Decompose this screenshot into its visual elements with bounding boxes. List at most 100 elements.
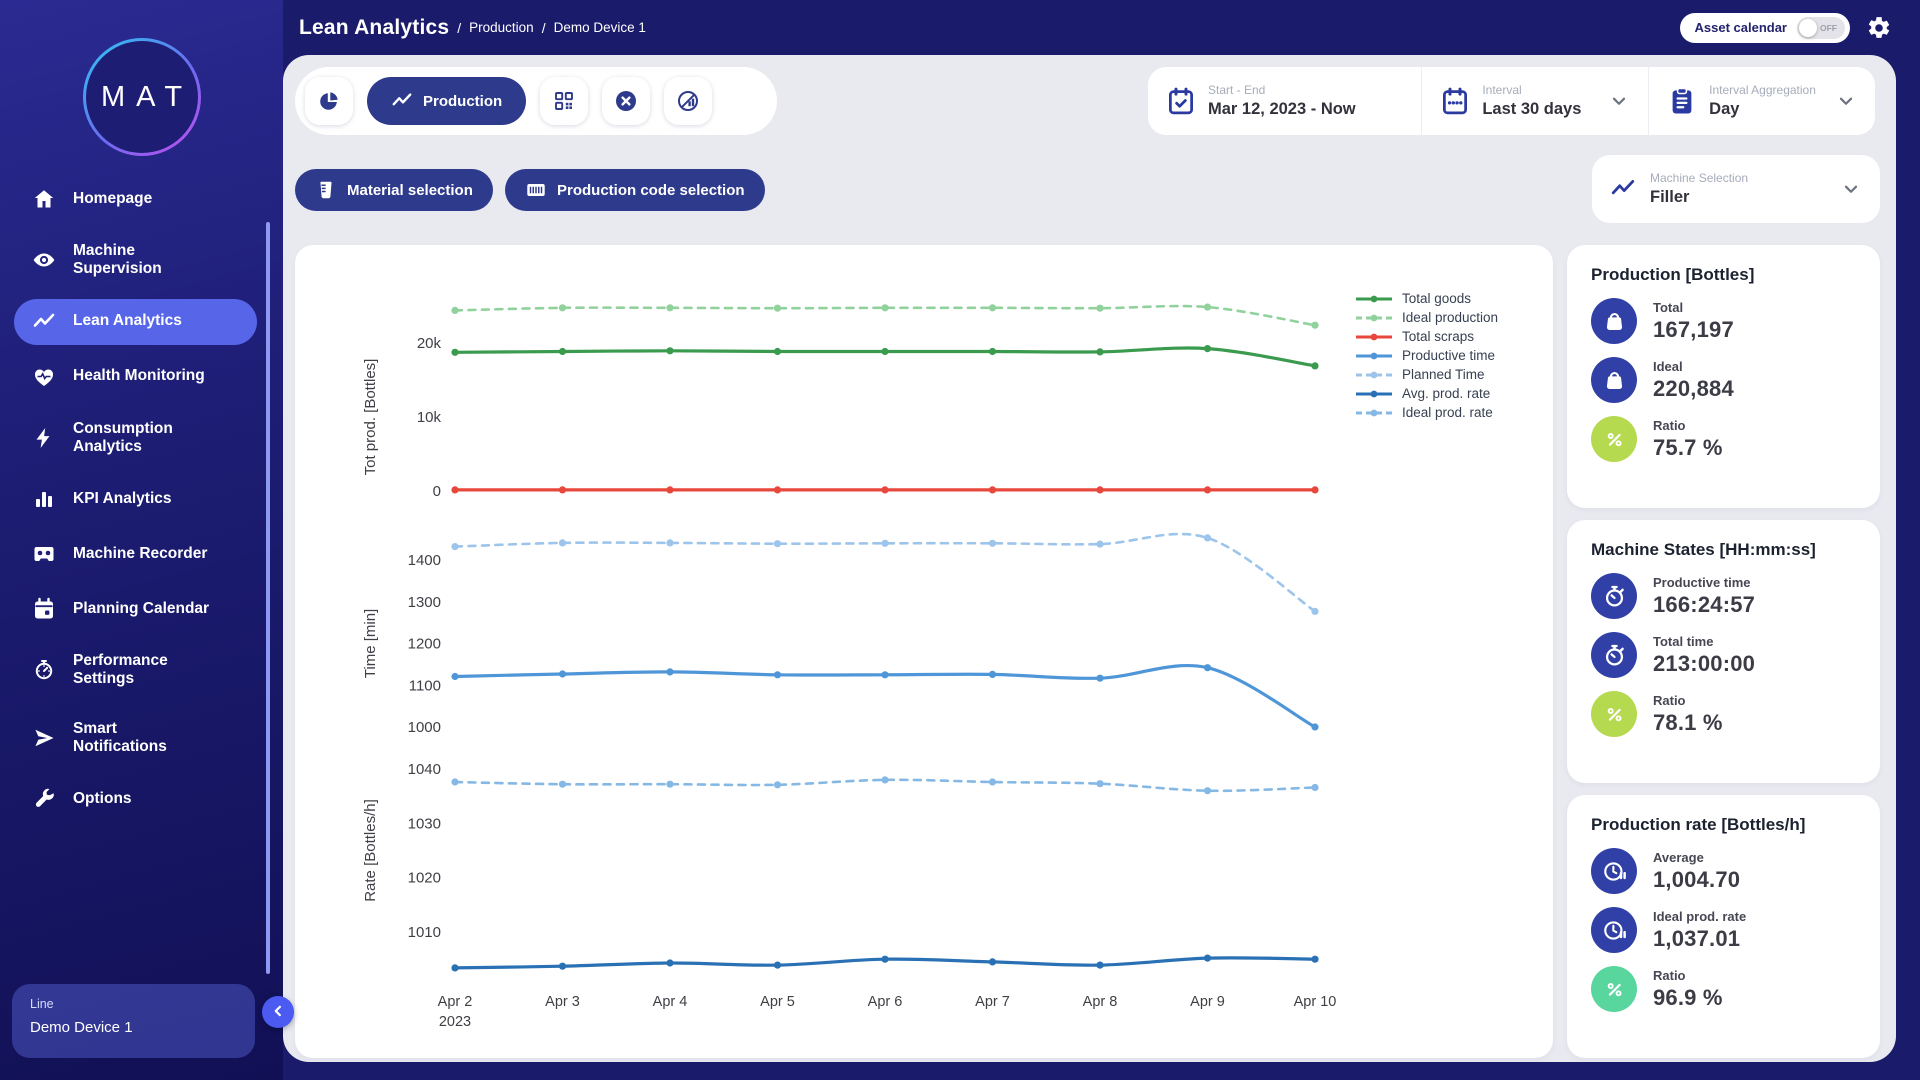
x-circle-icon — [614, 89, 638, 113]
chart-time-min-: 10001100120013001400Time [min] — [295, 530, 1553, 745]
sidebar-item-label: Consumption Analytics — [73, 420, 215, 457]
percent-icon — [1591, 416, 1637, 462]
production-code-selection-button[interactable]: Production code selection — [505, 169, 765, 211]
sidebar-item-label: Smart Notifications — [73, 720, 215, 757]
stat-value: 96.9 % — [1653, 985, 1723, 1011]
view-production-button[interactable]: Production — [367, 77, 526, 125]
stopwatch-icon — [1591, 632, 1637, 678]
aggregation-dropdown[interactable]: Interval Aggregation Day — [1648, 67, 1875, 135]
interval-label: Interval — [1482, 83, 1596, 97]
sidebar-item-health-monitoring[interactable]: Health Monitoring — [14, 354, 257, 400]
view-pie-button[interactable] — [305, 77, 353, 125]
heart-icon — [32, 365, 56, 389]
sidebar-item-machine-supervision[interactable]: Machine Supervision — [14, 231, 257, 290]
chevron-down-icon — [1840, 178, 1862, 200]
chart-x-axis: Apr 22023Apr 3Apr 4Apr 5Apr 6Apr 7Apr 8A… — [295, 993, 1553, 1045]
stat-value: 75.7 % — [1653, 435, 1723, 461]
stat-row-ratio: Ratio 78.1 % — [1591, 691, 1856, 737]
sidebar-item-label: Machine Recorder — [73, 545, 207, 563]
stat-row-ideal-prod-rate: Ideal prod. rate 1,037.01 — [1591, 907, 1856, 953]
svg-text:Rate [Bottles/h]: Rate [Bottles/h] — [362, 799, 379, 902]
x-axis-label: Apr 5 — [733, 993, 823, 1013]
chevron-down-icon — [1835, 90, 1857, 112]
stat-card-title: Machine States [HH:mm:ss] — [1591, 540, 1856, 560]
aggregation-value: Day — [1709, 100, 1823, 119]
sidebar-item-label: Homepage — [73, 190, 152, 208]
sidebar-item-planning-calendar[interactable]: Planning Calendar — [14, 586, 257, 632]
stat-label: Ratio — [1653, 418, 1723, 433]
stat-value: 166:24:57 — [1653, 592, 1755, 618]
sidebar-item-label: Machine Supervision — [73, 242, 215, 279]
sidebar-item-kpi-analytics[interactable]: KPI Analytics — [14, 476, 257, 522]
sidebar-item-consumption-analytics[interactable]: Consumption Analytics — [14, 409, 257, 468]
device-card[interactable]: Line Demo Device 1 — [12, 984, 255, 1058]
sidebar-item-label: Health Monitoring — [73, 367, 205, 385]
stat-label: Ideal prod. rate — [1653, 909, 1746, 924]
breadcrumb-separator: / — [457, 20, 461, 36]
trend-icon — [1610, 176, 1636, 202]
sidebar-item-homepage[interactable]: Homepage — [14, 176, 257, 222]
chevron-down-icon — [1608, 90, 1630, 112]
interval-dropdown[interactable]: Interval Last 30 days — [1421, 67, 1648, 135]
clipboard-icon — [1667, 86, 1697, 116]
x-axis-label: Apr 7 — [948, 993, 1038, 1013]
x-axis-label: Apr 10 — [1270, 993, 1360, 1013]
machine-selection-dropdown[interactable]: Machine Selection Filler — [1592, 155, 1880, 223]
breadcrumb-production[interactable]: Production — [469, 20, 534, 35]
view-no-chart-button[interactable] — [664, 77, 712, 125]
x-axis-label: Apr 3 — [518, 993, 608, 1013]
sidebar-item-lean-analytics[interactable]: Lean Analytics — [14, 299, 257, 345]
stat-label: Ideal — [1653, 359, 1734, 374]
percent-icon — [1591, 691, 1637, 737]
clock-pause-icon — [1591, 907, 1637, 953]
settings-button[interactable] — [1866, 15, 1892, 41]
svg-text:1400: 1400 — [408, 552, 441, 569]
date-range-control[interactable]: Start - End Mar 12, 2023 - Now — [1148, 67, 1421, 135]
svg-text:10k: 10k — [417, 409, 442, 426]
material-selection-button[interactable]: Material selection — [295, 169, 493, 211]
material-selection-label: Material selection — [347, 182, 473, 199]
no-chart-icon — [676, 89, 700, 113]
device-name: Demo Device 1 — [30, 1019, 237, 1036]
percent-icon — [1591, 966, 1637, 1012]
stat-value: 213:00:00 — [1653, 651, 1755, 677]
stat-label: Average — [1653, 850, 1740, 865]
x-axis-label: Apr 4 — [625, 993, 715, 1013]
barcode-icon — [525, 179, 547, 201]
trend-icon — [32, 310, 56, 334]
svg-text:1040: 1040 — [408, 761, 441, 778]
breadcrumb-device[interactable]: Demo Device 1 — [554, 20, 646, 35]
svg-text:Tot prod. [Bottles]: Tot prod. [Bottles] — [362, 359, 379, 476]
sidebar-scrollbar[interactable] — [266, 222, 270, 974]
machine-selection-label: Machine Selection — [1650, 171, 1826, 185]
bars-icon — [32, 487, 56, 511]
home-icon — [32, 187, 56, 211]
toggle-state-label: OFF — [1820, 23, 1837, 33]
sidebar-collapse-button[interactable] — [262, 996, 294, 1028]
start-end-label: Start - End — [1208, 83, 1403, 97]
stat-label: Total — [1653, 300, 1734, 315]
aggregation-label: Interval Aggregation — [1709, 83, 1823, 97]
stat-value: 167,197 — [1653, 317, 1734, 343]
cassette-icon — [32, 542, 56, 566]
asset-calendar-toggle-pill[interactable]: Asset calendar OFF — [1680, 13, 1851, 43]
view-x-circle-button[interactable] — [602, 77, 650, 125]
sidebar-item-performance-settings[interactable]: Performance Settings — [14, 641, 257, 700]
stat-value: 1,037.01 — [1653, 926, 1746, 952]
x-axis-label: Apr 6 — [840, 993, 930, 1013]
gauge-icon — [32, 658, 56, 682]
stat-card-production-bottles-: Production [Bottles] Total 167,197 Ideal… — [1567, 245, 1880, 508]
sidebar-item-machine-recorder[interactable]: Machine Recorder — [14, 531, 257, 577]
toggle-knob — [1799, 19, 1817, 37]
view-qr-button[interactable] — [540, 77, 588, 125]
x-axis-label: Apr 22023 — [410, 993, 500, 1032]
stat-card-production-rate-bottles-h-: Production rate [Bottles/h] Average 1,00… — [1567, 795, 1880, 1058]
stat-row-average: Average 1,004.70 — [1591, 848, 1856, 894]
sidebar-item-smart-notifications[interactable]: Smart Notifications — [14, 709, 257, 768]
eye-icon — [32, 248, 56, 272]
asset-calendar-switch[interactable]: OFF — [1797, 17, 1845, 39]
stat-row-total-time: Total time 213:00:00 — [1591, 632, 1856, 678]
sidebar-item-label: Options — [73, 790, 132, 808]
wrench-icon — [32, 787, 56, 811]
sidebar-item-options[interactable]: Options — [14, 776, 257, 822]
